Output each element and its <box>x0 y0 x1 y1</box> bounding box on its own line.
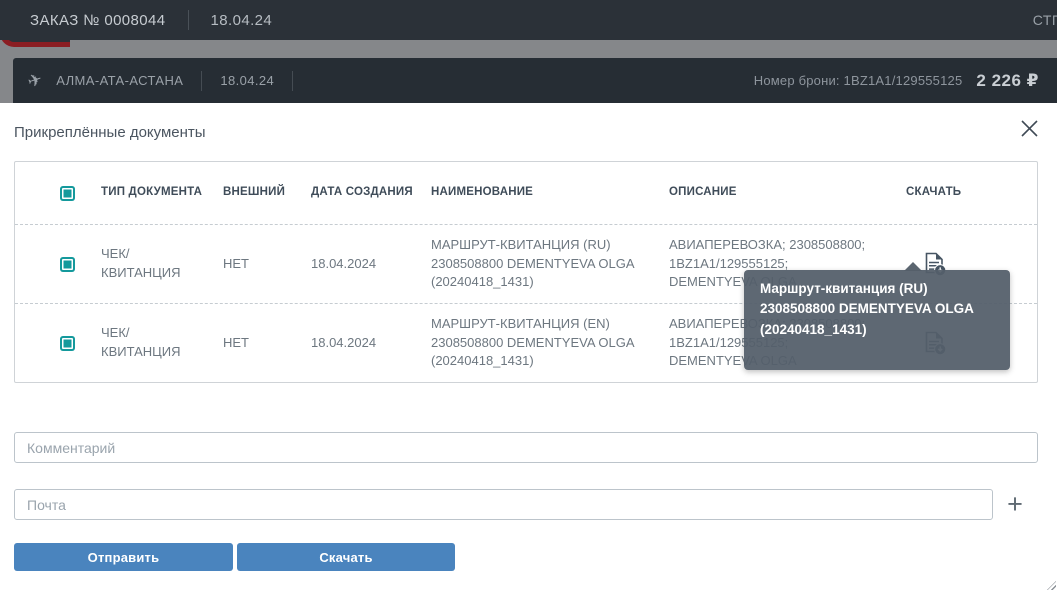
order-bar-right-text: СТГ <box>1033 12 1057 28</box>
divider <box>188 10 189 30</box>
select-all-checkbox[interactable] <box>60 186 75 201</box>
column-header-created: ДАТА СОЗДАНИЯ <box>311 162 431 224</box>
doc-type: ЧЕК/ КВИТАНЦИЯ <box>101 304 223 382</box>
app-window: ЗАКАЗ № 0008044 18.04.24 СТГ ✈ АЛМА-АТА-… <box>0 0 1057 591</box>
tooltip-caret <box>904 262 922 271</box>
modal-title: Прикреплённые документы <box>14 124 206 141</box>
order-number: ЗАКАЗ № 0008044 <box>30 12 166 29</box>
download-button[interactable]: Скачать <box>237 543 455 571</box>
column-header-name: НАИМЕНОВАНИЕ <box>431 162 669 224</box>
close-icon[interactable] <box>1017 116 1041 140</box>
flight-segment-bar[interactable]: ✈ АЛМА-АТА-АСТАНА 18.04.24 Номер брони: … <box>13 58 1057 103</box>
doc-created: 18.04.2024 <box>311 304 431 382</box>
email-input[interactable] <box>14 489 993 520</box>
column-header-download: СКАЧАТЬ <box>906 162 1037 224</box>
doc-created: 18.04.2024 <box>311 225 431 303</box>
booking-number: Номер брони: 1BZ1A1/129555125 <box>754 73 963 88</box>
column-header-external: ВНЕШНИЙ <box>223 162 311 224</box>
doc-external: НЕТ <box>223 304 311 382</box>
doc-type: ЧЕК/ КВИТАНЦИЯ <box>101 225 223 303</box>
row-checkbox[interactable] <box>60 257 75 272</box>
doc-external: НЕТ <box>223 225 311 303</box>
download-tooltip: Маршрут-квитанция (RU) 2308508800 DEMENT… <box>744 270 1010 370</box>
column-header-type: ТИП ДОКУМЕНТА <box>101 162 223 224</box>
flight-date: 18.04.24 <box>220 73 274 88</box>
order-date: 18.04.24 <box>211 12 273 29</box>
attached-documents-modal: Прикреплённые документы ТИП ДОКУМЕНТА ВН… <box>0 103 1057 591</box>
comment-input[interactable] <box>14 432 1038 463</box>
airplane-icon: ✈ <box>25 69 45 92</box>
divider <box>201 71 202 91</box>
row-checkbox[interactable] <box>60 336 75 351</box>
order-header-bar: ЗАКАЗ № 0008044 18.04.24 СТГ <box>0 0 1057 40</box>
flight-route: АЛМА-АТА-АСТАНА <box>56 73 183 88</box>
doc-name: МАРШРУТ-КВИТАНЦИЯ (EN) 2308508800 DEMENT… <box>431 304 669 382</box>
send-button[interactable]: Отправить <box>14 543 233 571</box>
divider <box>292 71 293 91</box>
table-header-row: ТИП ДОКУМЕНТА ВНЕШНИЙ ДАТА СОЗДАНИЯ НАИМ… <box>15 162 1037 224</box>
order-price: 2 226 ₽ <box>976 71 1039 91</box>
doc-name: МАРШРУТ-КВИТАНЦИЯ (RU) 2308508800 DEMENT… <box>431 225 669 303</box>
add-email-plus-icon[interactable]: + <box>1000 489 1030 520</box>
column-header-description: ОПИСАНИЕ <box>669 162 906 224</box>
